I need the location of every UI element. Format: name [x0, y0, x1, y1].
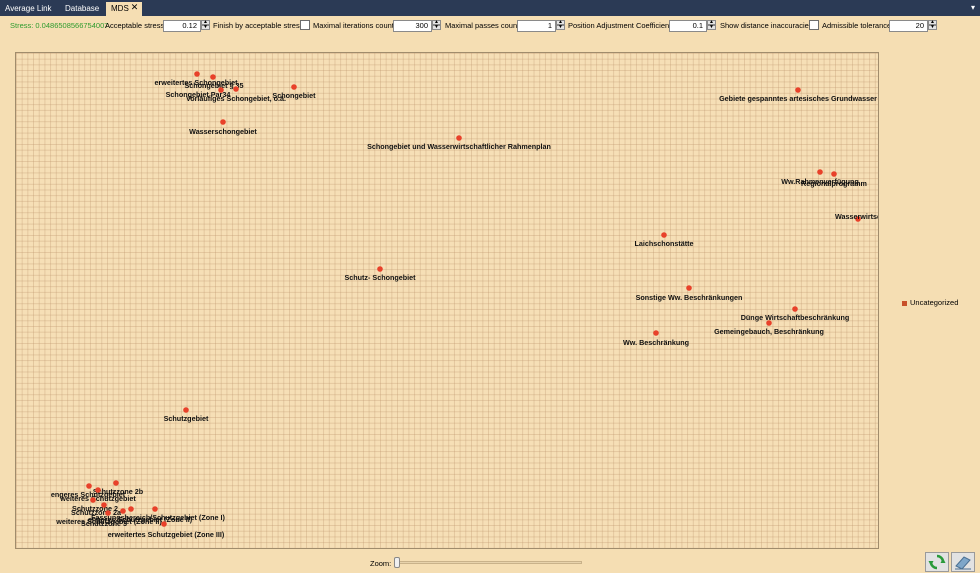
- mds-point[interactable]: [183, 407, 189, 413]
- mds-point[interactable]: [95, 487, 101, 493]
- max-passes-spinner[interactable]: 1 ▲ ▼: [517, 20, 566, 32]
- max-iterations-value[interactable]: 300: [393, 20, 432, 32]
- mds-point-label: Wasserschongebiet: [189, 127, 257, 136]
- acceptable-stress-value[interactable]: 0.12: [163, 20, 201, 32]
- position-coef-label: Position Adjustment Coefficient:: [568, 21, 674, 30]
- acceptable-stress-label: Acceptable stress:: [105, 21, 167, 30]
- mds-point[interactable]: [113, 480, 119, 486]
- mds-point[interactable]: [817, 169, 823, 175]
- tab-mds-label: MDS: [111, 4, 129, 13]
- mds-point[interactable]: [456, 135, 462, 141]
- tab-average-link[interactable]: Average Link: [0, 2, 57, 16]
- refresh-icon: [928, 554, 946, 570]
- position-coef-value[interactable]: 0.1: [669, 20, 707, 32]
- zoom-label: Zoom:: [370, 559, 392, 568]
- mds-point-label: Gebiete gespanntes artesisches Grundwass…: [719, 94, 877, 103]
- mds-point[interactable]: [101, 502, 107, 508]
- mds-point[interactable]: [233, 86, 239, 92]
- mds-point-label: Schutzgebiet: [164, 414, 209, 423]
- tolerance-label: Admissible tolerance:: [822, 21, 894, 30]
- tab-bar: Average Link Database MDS ✕ ▾: [0, 0, 980, 16]
- mds-point[interactable]: [795, 87, 801, 93]
- spin-down-icon[interactable]: ▼: [556, 25, 565, 30]
- mds-point-label: Gemeingebauch, Beschränkung: [714, 327, 824, 336]
- mds-point-label: Ww. Beschränkung: [623, 338, 689, 347]
- show-distance-label: Show distance inaccuracies:: [720, 21, 815, 30]
- mds-point[interactable]: [686, 285, 692, 291]
- mds-point-label: erweitertes Schutzgebiet (Zone III): [108, 530, 225, 539]
- mds-point[interactable]: [194, 71, 200, 77]
- mds-point[interactable]: [831, 171, 837, 177]
- zoom-slider-track[interactable]: [394, 561, 582, 564]
- refresh-button[interactable]: [925, 552, 949, 572]
- mds-point-label: Wasserwirtsc: [835, 212, 879, 221]
- stress-value-text: Stress: 0.0486508566754007.: [10, 21, 111, 30]
- tolerance-spinner[interactable]: 20 ▲ ▼: [889, 20, 938, 32]
- mds-point[interactable]: [291, 84, 297, 90]
- spin-down-icon[interactable]: ▼: [201, 25, 210, 30]
- finish-by-stress-label: Finish by acceptable stress:: [213, 21, 306, 30]
- spin-down-icon[interactable]: ▼: [928, 25, 937, 30]
- mds-point-label: Fassungsbereich/Schutzgebiet (Zone I): [91, 513, 225, 522]
- mds-point-label: Regionalprogramm: [801, 179, 867, 188]
- mds-point[interactable]: [377, 266, 383, 272]
- show-distance-checkbox[interactable]: [809, 20, 819, 30]
- mds-point[interactable]: [86, 483, 92, 489]
- mds-point-label: weiteres Schutzgebiet: [59, 494, 136, 503]
- mds-point-label: Dünge Wirtschaftbeschränkung: [741, 313, 850, 322]
- mds-scatter: erweitertes SchongebietSchongebiet § 35S…: [51, 71, 879, 539]
- mds-point-label: Schutz- Schongebiet: [344, 273, 416, 282]
- mds-point[interactable]: [90, 497, 96, 503]
- mds-point[interactable]: [128, 506, 134, 512]
- mds-point[interactable]: [161, 521, 167, 527]
- mds-point[interactable]: [792, 306, 798, 312]
- spin-down-icon[interactable]: ▼: [707, 25, 716, 30]
- position-coef-spinner[interactable]: 0.1 ▲ ▼: [669, 20, 717, 32]
- mds-point-label: Vorläufiges Schongebiet, o.ä.: [186, 94, 286, 103]
- mds-point[interactable]: [766, 320, 772, 326]
- max-iterations-spinner[interactable]: 300 ▲ ▼: [393, 20, 442, 32]
- legend-swatch: [902, 300, 907, 306]
- mds-point-label: Sonstige Ww. Beschränkungen: [636, 293, 743, 302]
- mds-plot-area[interactable]: erweitertes Schongebiet Schongebiet § 35 S…: [15, 52, 879, 549]
- mds-point[interactable]: [152, 506, 158, 512]
- eraser-icon: [955, 556, 971, 570]
- menu-dropdown-icon[interactable]: ▾: [968, 3, 978, 13]
- mds-toolbar: Stress: 0.0486508566754007. Acceptable s…: [0, 16, 980, 36]
- legend-label: Uncategorized: [910, 298, 959, 307]
- mds-point[interactable]: [661, 232, 667, 238]
- tolerance-value[interactable]: 20: [889, 20, 928, 32]
- mds-point-label: Schongebiet und Wasserwirtschaftlicher R…: [367, 142, 551, 151]
- close-icon[interactable]: ✕: [130, 3, 139, 12]
- acceptable-stress-spinner[interactable]: 0.12 ▲ ▼: [163, 20, 211, 32]
- finish-by-stress-checkbox[interactable]: [300, 20, 310, 30]
- max-iterations-label: Maximal iterations count:: [313, 21, 396, 30]
- max-passes-label: Maximal passes count:: [445, 21, 522, 30]
- mds-point-label: Laichschonstätte: [634, 239, 693, 248]
- mds-point-label: Schongebiet: [272, 91, 316, 100]
- zoom-slider-thumb[interactable]: [394, 557, 400, 568]
- mds-point[interactable]: [210, 74, 216, 80]
- mds-point[interactable]: [653, 330, 659, 336]
- tab-database[interactable]: Database: [60, 2, 104, 16]
- spin-down-icon[interactable]: ▼: [432, 25, 441, 30]
- legend: Uncategorized: [902, 298, 958, 307]
- clear-button[interactable]: [951, 552, 975, 572]
- mds-point[interactable]: [220, 119, 226, 125]
- max-passes-value[interactable]: 1: [517, 20, 556, 32]
